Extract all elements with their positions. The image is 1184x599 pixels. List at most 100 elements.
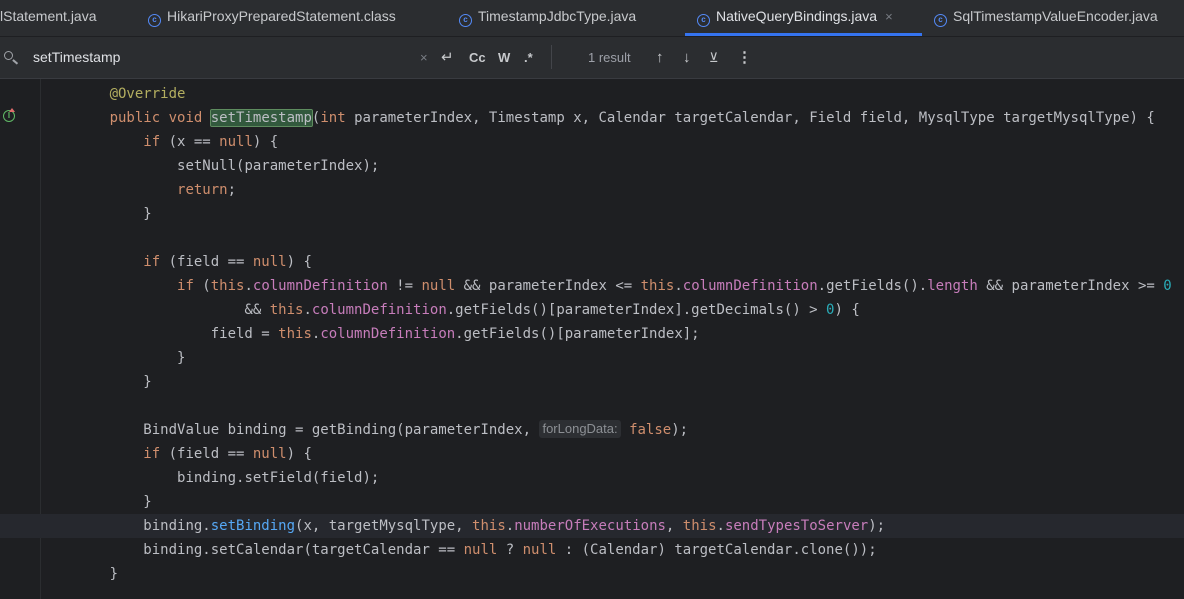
class-icon: c xyxy=(697,14,710,27)
code-line[interactable]: @Override xyxy=(0,82,1184,106)
code-token: } xyxy=(143,206,152,222)
code-text: public void setTimestamp(int parameterIn… xyxy=(0,106,1155,130)
result-count: 1 result xyxy=(588,50,631,65)
code-line[interactable]: if (field == null) { xyxy=(0,250,1184,274)
code-line[interactable]: } xyxy=(0,202,1184,226)
code-line[interactable] xyxy=(0,394,1184,418)
code-line[interactable]: return; xyxy=(0,178,1184,202)
code-text: && this.columnDefinition.getFields()[par… xyxy=(0,298,859,322)
words-button[interactable]: W xyxy=(498,37,510,78)
code-token: ); xyxy=(868,518,886,534)
code-token: @Override xyxy=(109,86,186,102)
code-token: ) { xyxy=(286,446,312,462)
code-token: if xyxy=(177,278,194,294)
tab-lstatement[interactable]: lStatement.java xyxy=(0,0,97,36)
code-text: BindValue binding = getBinding(parameter… xyxy=(0,418,688,442)
tab-label: NativeQueryBindings.java xyxy=(716,8,878,24)
code-token: this xyxy=(278,326,312,342)
code-editor[interactable]: I @Override public void setTimestamp(int… xyxy=(0,79,1184,599)
code-token: null xyxy=(219,134,253,150)
regex-button[interactable]: .* xyxy=(524,37,533,78)
search-input[interactable]: setTimestamp xyxy=(33,37,120,78)
code-line[interactable]: if (field == null) { xyxy=(0,442,1184,466)
code-line[interactable]: public void setTimestamp(int parameterIn… xyxy=(0,106,1184,130)
code-line[interactable]: binding.setBinding(x, targetMysqlType, t… xyxy=(0,514,1184,538)
inlay-hint: forLongData: xyxy=(539,420,621,438)
code-text: binding.setField(field); xyxy=(0,466,379,490)
code-token: setBinding xyxy=(210,518,296,534)
match-case-button[interactable]: Cc xyxy=(469,37,486,78)
code-token: false xyxy=(629,422,672,438)
code-line[interactable]: field = this.columnDefinition.getFields(… xyxy=(0,322,1184,346)
close-icon[interactable]: × xyxy=(885,9,893,24)
tab-sql-timestamp-value-encoder[interactable]: c SqlTimestampValueEncoder.java xyxy=(934,0,1158,36)
code-line[interactable]: setNull(parameterIndex); xyxy=(0,154,1184,178)
arrow-down-icon[interactable]: ↓ xyxy=(683,37,691,78)
code-token: 0 xyxy=(1163,278,1172,294)
tab-timestamp-jdbc-type[interactable]: c TimestampJdbcType.java xyxy=(459,0,636,36)
code-text: field = this.columnDefinition.getFields(… xyxy=(0,322,700,346)
code-token: (x == xyxy=(160,134,220,150)
search-icon[interactable] xyxy=(3,37,21,78)
code-token: . xyxy=(674,278,683,294)
class-icon: c xyxy=(934,14,947,27)
code-text: if (field == null) { xyxy=(0,250,312,274)
clear-icon[interactable]: × xyxy=(420,37,428,78)
code-line[interactable]: } xyxy=(0,562,1184,586)
code-token: null xyxy=(463,542,498,558)
class-icon: c xyxy=(148,14,161,27)
code-token: if xyxy=(143,254,161,270)
code-line[interactable]: if (x == null) { xyxy=(0,130,1184,154)
tab-hikari-proxy-prepared-statement[interactable]: c HikariProxyPreparedStatement.class xyxy=(148,0,396,36)
code-line[interactable]: if (this.columnDefinition != null && par… xyxy=(0,274,1184,298)
tab-native-query-bindings[interactable]: c NativeQueryBindings.java × xyxy=(685,0,922,36)
arrow-up-icon[interactable]: ↑ xyxy=(656,37,664,78)
new-line-icon[interactable]: ↵ xyxy=(441,37,454,78)
code-line[interactable]: } xyxy=(0,370,1184,394)
code-token: ) { xyxy=(252,134,279,150)
code-line[interactable] xyxy=(0,226,1184,250)
code-token: columnDefinition xyxy=(252,278,388,294)
code-token: ( xyxy=(193,278,211,294)
code-token: null xyxy=(522,542,557,558)
code-token: (field == xyxy=(160,446,253,462)
code-token: this xyxy=(640,278,675,294)
code-line[interactable]: && this.columnDefinition.getFields()[par… xyxy=(0,298,1184,322)
code-text: if (field == null) { xyxy=(0,442,312,466)
code-token: setNull(parameterIndex); xyxy=(177,158,380,174)
code-lines: @Override public void setTimestamp(int p… xyxy=(0,82,1184,586)
code-token: ); xyxy=(671,422,689,438)
code-line[interactable]: } xyxy=(0,490,1184,514)
code-token: . xyxy=(716,518,725,534)
code-token: parameterIndex, Timestamp x, Calendar ta… xyxy=(345,110,1155,126)
code-line[interactable]: binding.setCalendar(targetCalendar == nu… xyxy=(0,538,1184,562)
code-token: } xyxy=(109,566,119,582)
code-line[interactable]: binding.setField(field); xyxy=(0,466,1184,490)
code-token: null xyxy=(252,446,287,462)
code-line[interactable]: BindValue binding = getBinding(parameter… xyxy=(0,418,1184,442)
code-token: this xyxy=(269,302,304,318)
code-token: ? xyxy=(497,542,523,558)
code-token: (x, targetMysqlType, xyxy=(295,518,473,534)
code-token: && parameterIndex >= xyxy=(977,278,1164,294)
code-token: } xyxy=(143,374,152,390)
code-token: . xyxy=(244,278,253,294)
more-options-icon[interactable]: ⋮ xyxy=(737,37,752,78)
code-line[interactable]: } xyxy=(0,346,1184,370)
code-text: } xyxy=(0,490,152,514)
code-token: , xyxy=(665,518,683,534)
filter-icon[interactable]: ⊻ xyxy=(709,37,719,78)
code-text: } xyxy=(0,370,152,394)
code-token: BindValue binding = getBinding(parameter… xyxy=(143,422,540,438)
code-token: } xyxy=(143,494,152,510)
